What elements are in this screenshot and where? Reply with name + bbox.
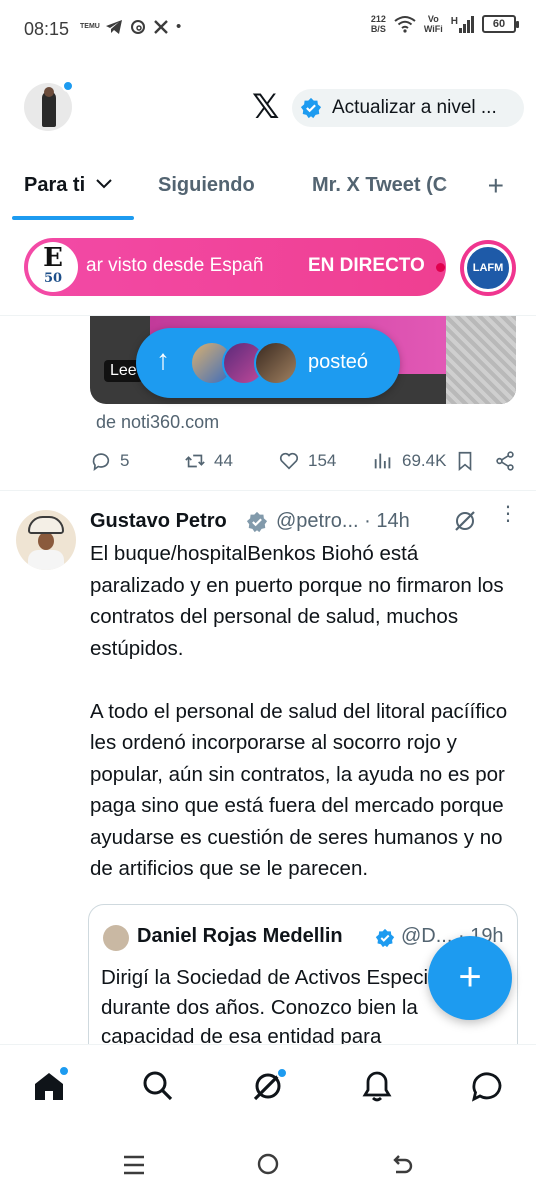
live-badge: EN DIRECTO (308, 255, 425, 276)
more-options-icon[interactable]: ⋮ (498, 504, 518, 524)
share-icon (496, 451, 514, 471)
heart-icon (279, 452, 299, 470)
vowifi-label: Vo WiFi (423, 14, 443, 34)
reply-icon (92, 453, 110, 472)
threads-icon (131, 19, 145, 34)
nav-messages[interactable] (470, 1069, 504, 1103)
status-dot: • (176, 18, 182, 35)
recent-apps-button[interactable] (122, 1152, 146, 1183)
profile-notification-dot (62, 80, 74, 92)
grok-notification-dot (276, 1067, 288, 1079)
verified-badge-icon (246, 511, 268, 533)
status-system-icons: 212 B/S Vo WiFi H 60 (370, 14, 519, 34)
arrow-up-icon: ↑ (156, 344, 170, 375)
home-notification-dot (58, 1065, 70, 1077)
back-icon (393, 1155, 413, 1174)
tab-mr-x-tweet[interactable]: Mr. X Tweet (C (312, 174, 462, 197)
views-icon (374, 453, 391, 469)
like-button[interactable]: 154 (278, 450, 336, 472)
bookmark-button[interactable] (454, 450, 476, 472)
compose-button[interactable]: + (428, 936, 512, 1020)
status-time: 08:15 (24, 19, 70, 39)
battery-icon: 60 (482, 15, 519, 33)
poster-avatar (254, 341, 298, 385)
tweet-actions: 5 44 154 69.4K (90, 450, 520, 476)
system-navigation (0, 1130, 536, 1200)
tweet-header: Gustavo Petro @petro... · 14h ⋮ (90, 504, 518, 536)
live-indicator-dot (436, 263, 445, 272)
home-system-button[interactable] (256, 1152, 280, 1183)
live-broadcast-pill[interactable]: E 50 ar visto desde Españ EN DIRECTO (24, 238, 446, 296)
temu-icon: TEMU (80, 23, 100, 30)
live-space-lafm[interactable]: LAFM (460, 240, 516, 296)
tweet-paragraph: El buque/hospitalBenkos Biohó está paral… (90, 542, 504, 660)
chevron-down-icon (96, 179, 112, 189)
telegram-icon (106, 19, 122, 34)
x-icon (154, 19, 168, 34)
reply-button[interactable]: 5 (90, 450, 129, 472)
messages-icon (471, 1072, 502, 1102)
upgrade-button[interactable]: Actualizar a nivel ... (292, 89, 524, 127)
share-button[interactable] (494, 450, 516, 472)
grok-icon[interactable] (452, 508, 478, 534)
network-speed: 212 B/S (370, 14, 386, 34)
tab-siguiendo[interactable]: Siguiendo (158, 174, 255, 197)
repost-icon (185, 454, 205, 468)
tweet-paragraph: A todo el personal de salud del litoral … (90, 699, 508, 881)
views-button[interactable]: 69.4K (372, 450, 446, 472)
tweet-text: El buque/hospitalBenkos Biohó está paral… (90, 538, 510, 916)
recent-apps-icon (124, 1155, 144, 1175)
bookmark-icon (458, 451, 472, 472)
author-handle: @petro... · 14h (276, 510, 410, 532)
quote-author-name: Daniel Rojas Medellin (137, 925, 343, 947)
upgrade-label: Actualizar a nivel ... (332, 97, 497, 118)
tab-para-ti[interactable]: Para ti (24, 174, 113, 197)
posted-label: posteó (308, 351, 369, 373)
new-posts-pill[interactable]: ↑ posteó (136, 328, 400, 398)
bottom-navigation (0, 1044, 536, 1130)
notifications-icon (362, 1071, 392, 1102)
live-scrolling-text: ar visto desde Españ (86, 255, 264, 276)
verified-badge-icon (375, 928, 395, 948)
author-name[interactable]: Gustavo Petro (90, 510, 227, 533)
status-notification-icons: TEMU • (80, 18, 181, 35)
nav-notifications[interactable] (360, 1069, 394, 1103)
nav-search[interactable] (141, 1069, 175, 1103)
el-espectador-logo: E 50 (28, 242, 78, 292)
timeline-tabs: Para ti Siguiendo Mr. X Tweet (C + (0, 160, 536, 220)
add-tab-button[interactable]: + (488, 170, 504, 202)
lafm-logo: LAFM (464, 244, 512, 292)
x-logo-icon: 𝕏 (252, 87, 280, 127)
back-button[interactable] (390, 1152, 414, 1183)
search-icon (143, 1071, 173, 1101)
verified-badge-icon (300, 97, 322, 119)
wifi-icon (394, 16, 416, 33)
link-source[interactable]: de noti360.com (96, 412, 219, 433)
quote-author-avatar (103, 925, 129, 951)
status-bar: 08:15 TEMU • 212 B/S Vo WiFi H 60 (0, 0, 536, 60)
repost-button[interactable]: 44 (184, 450, 233, 472)
home-circle-icon (257, 1153, 279, 1175)
active-tab-indicator (12, 216, 134, 220)
signal-icon: H (451, 15, 474, 33)
author-avatar[interactable] (16, 510, 76, 570)
